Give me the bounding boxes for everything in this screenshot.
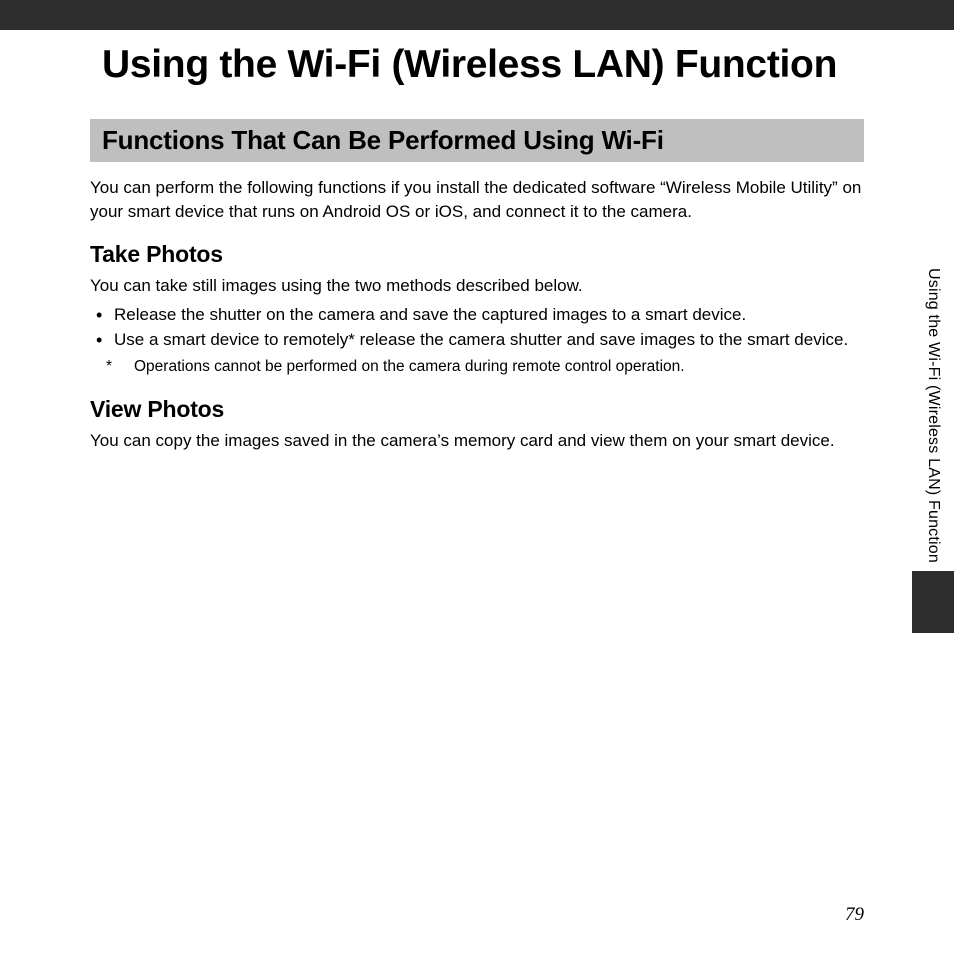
- take-photos-footnote: *Operations cannot be performed on the c…: [90, 356, 864, 378]
- view-photos-text: You can copy the images saved in the cam…: [90, 429, 864, 454]
- footnote-mark: *: [120, 356, 134, 378]
- take-photos-text: You can take still images using the two …: [90, 274, 864, 299]
- section-intro: You can perform the following functions …: [90, 176, 864, 225]
- page-number: 79: [845, 904, 864, 926]
- side-tab-marker: [912, 571, 954, 633]
- side-tab-label: Using the Wi-Fi (Wireless LAN) Function: [924, 260, 942, 571]
- list-item: Release the shutter on the camera and sa…: [90, 303, 864, 327]
- section-heading: Functions That Can Be Performed Using Wi…: [90, 119, 864, 162]
- list-item: Use a smart device to remotely* release …: [90, 328, 864, 352]
- page-content: Using the Wi-Fi (Wireless LAN) Function …: [0, 30, 954, 454]
- side-tab: Using the Wi-Fi (Wireless LAN) Function: [912, 260, 954, 633]
- take-photos-heading: Take Photos: [90, 241, 864, 268]
- page-title: Using the Wi-Fi (Wireless LAN) Function: [90, 40, 864, 91]
- take-photos-list: Release the shutter on the camera and sa…: [90, 303, 864, 353]
- footnote-text: Operations cannot be performed on the ca…: [134, 358, 685, 375]
- top-bar: [0, 0, 954, 30]
- view-photos-heading: View Photos: [90, 396, 864, 423]
